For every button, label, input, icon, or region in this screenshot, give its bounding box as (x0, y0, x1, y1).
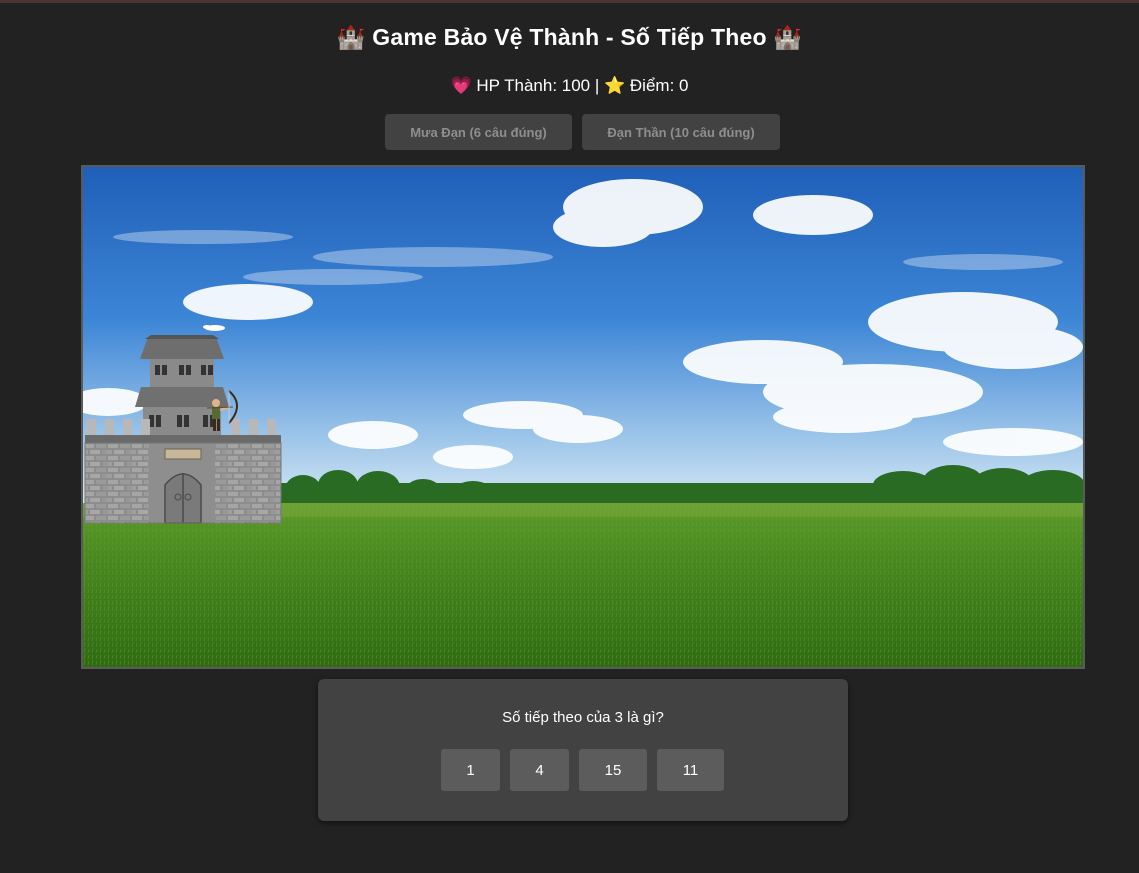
score-label: ⭐ Điểm: 0 (604, 76, 689, 95)
game-canvas[interactable] (81, 165, 1085, 669)
powerup-bar: Mưa Đạn (6 câu đúng) Đạn Thần (10 câu đú… (385, 114, 780, 150)
answer-button[interactable]: 1 (441, 749, 500, 791)
answer-button[interactable]: 4 (510, 749, 569, 791)
hp-label: 💗 HP Thành: 100 | (450, 76, 600, 95)
page-title: 🏰 Game Bảo Vệ Thành - Số Tiếp Theo 🏰 (336, 24, 803, 50)
divine-bullet-button[interactable]: Đạn Thần (10 câu đúng) (582, 114, 780, 150)
top-accent-line (0, 0, 1139, 3)
quiz-panel: Số tiếp theo của 3 là gì? 1 4 15 11 (318, 679, 848, 821)
answer-options: 1 4 15 11 (441, 749, 724, 791)
status-bar: 💗 HP Thành: 100 | ⭐ Điểm: 0 (0, 76, 1139, 96)
question-text: Số tiếp theo của 3 là gì? (502, 709, 664, 726)
bullet-rain-button[interactable]: Mưa Đạn (6 câu đúng) (385, 114, 572, 150)
answer-button[interactable]: 15 (579, 749, 647, 791)
answer-button[interactable]: 11 (657, 749, 724, 791)
